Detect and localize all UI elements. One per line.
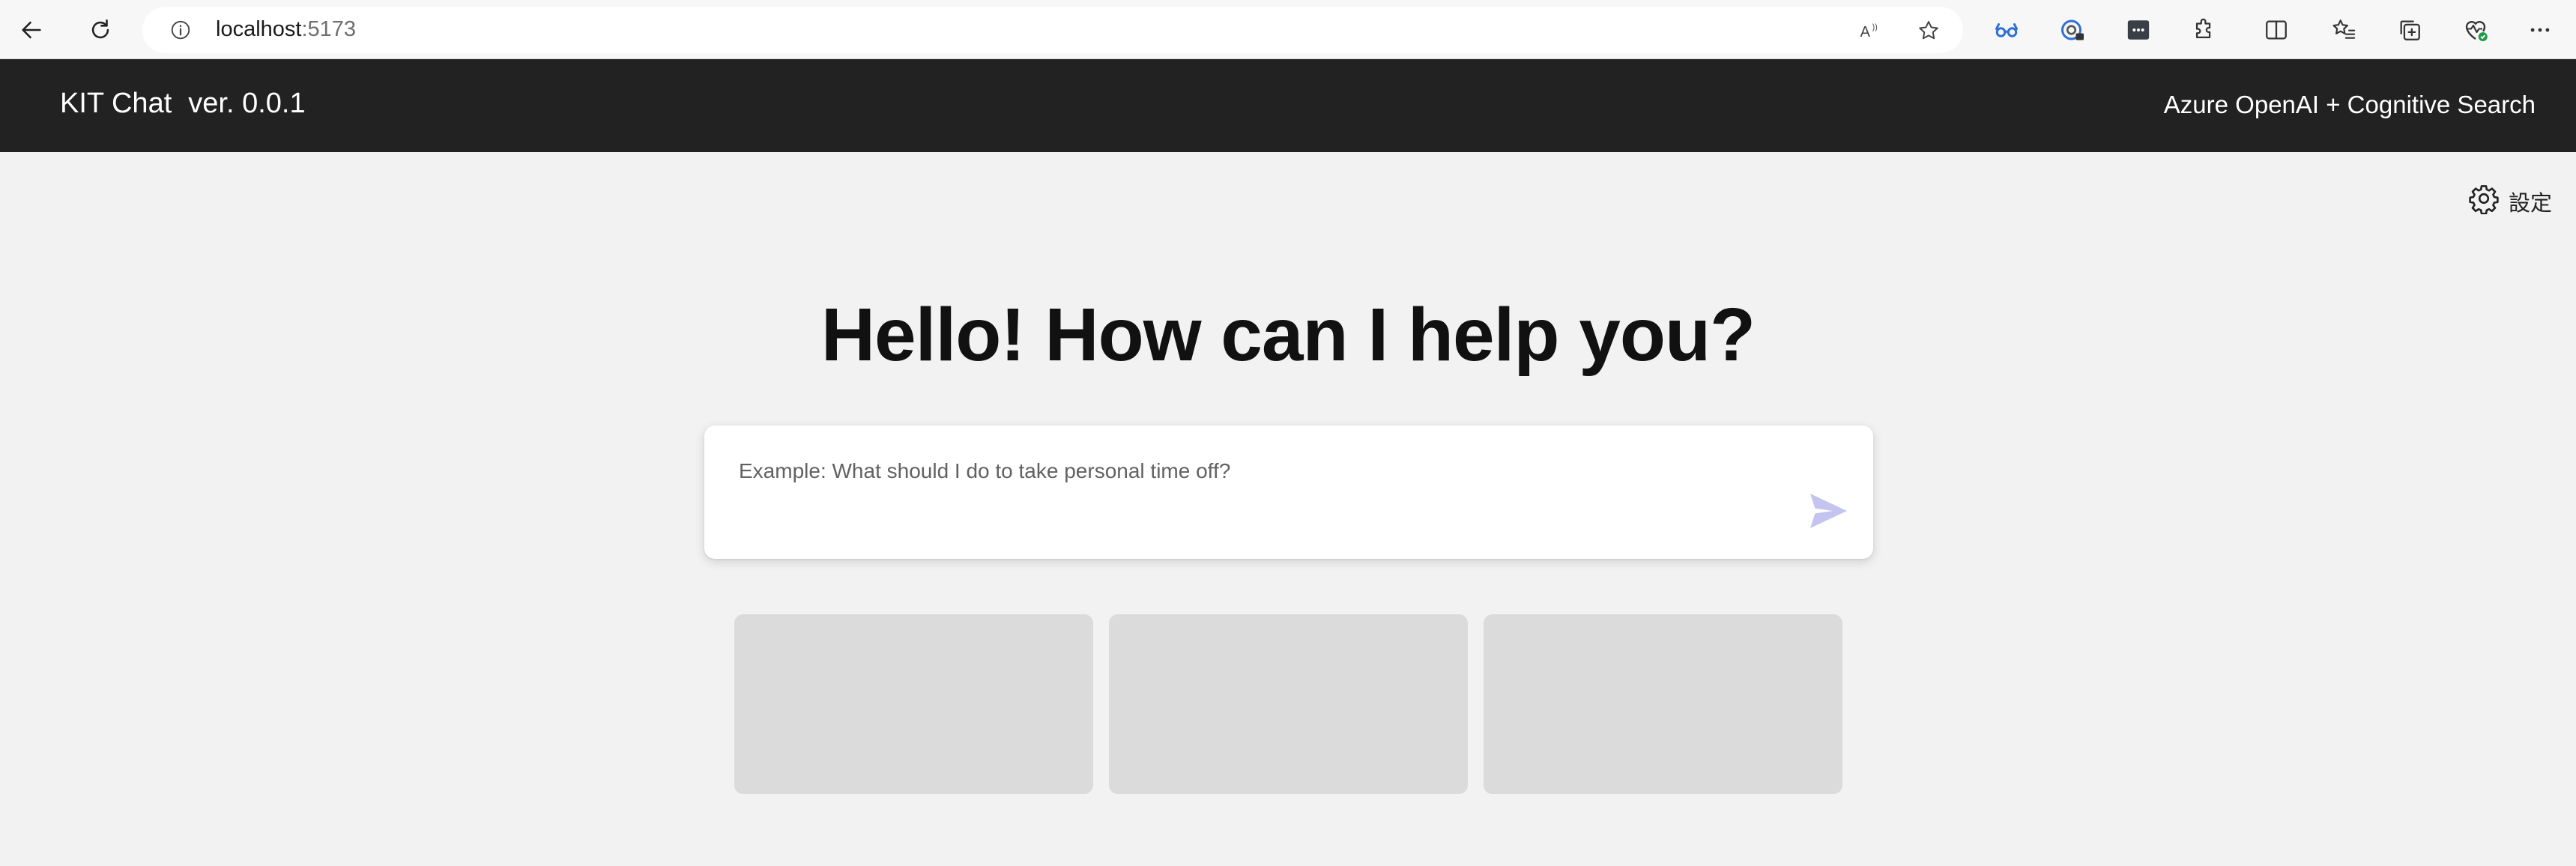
example-card[interactable] bbox=[1484, 614, 1842, 794]
extensions-puzzle-icon[interactable] bbox=[2189, 15, 2219, 45]
browser-toolbar: localhost:5173 A)) bbox=[0, 0, 2576, 59]
app-title[interactable]: KIT Chat bbox=[60, 88, 172, 119]
read-aloud-icon[interactable]: A)) bbox=[1857, 17, 1884, 44]
example-card[interactable] bbox=[1109, 614, 1468, 794]
example-card[interactable] bbox=[734, 614, 1093, 794]
example-list bbox=[734, 614, 1842, 794]
password-manager-icon[interactable] bbox=[2058, 15, 2087, 45]
back-icon[interactable] bbox=[16, 15, 46, 45]
gear-icon bbox=[2468, 183, 2500, 220]
settings-label: 設定 bbox=[2509, 192, 2553, 216]
favorites-icon[interactable] bbox=[2329, 15, 2359, 45]
brand: KIT Chat ver. 0.0.1 bbox=[60, 88, 306, 120]
url-text: localhost:5173 bbox=[216, 17, 356, 42]
svg-text:)): )) bbox=[1872, 23, 1878, 32]
url-host: localhost bbox=[216, 17, 302, 41]
app-version: ver. 0.0.1 bbox=[188, 88, 306, 119]
send-button[interactable] bbox=[1807, 491, 1849, 534]
browser-essentials-icon[interactable] bbox=[1992, 15, 2022, 45]
app-header: KIT Chat ver. 0.0.1 Azure OpenAI + Cognit… bbox=[0, 59, 2576, 152]
site-info-icon[interactable] bbox=[168, 17, 193, 43]
more-icon[interactable] bbox=[2525, 15, 2555, 45]
collections-icon[interactable] bbox=[2395, 15, 2425, 45]
chat-input-container bbox=[704, 426, 1873, 559]
svg-text:A: A bbox=[1860, 24, 1871, 40]
hero-title: Hello! How can I help you? bbox=[820, 293, 1756, 377]
header-subtitle: Azure OpenAI + Cognitive Search bbox=[2163, 91, 2536, 118]
extension-icon[interactable] bbox=[2123, 15, 2153, 45]
send-icon bbox=[1807, 494, 1849, 533]
question-input[interactable] bbox=[737, 455, 1789, 487]
refresh-icon[interactable] bbox=[85, 15, 115, 45]
health-icon[interactable] bbox=[2461, 15, 2491, 45]
favorite-star-icon[interactable] bbox=[1915, 17, 1942, 44]
settings-button[interactable]: 設定 bbox=[2468, 183, 2552, 220]
address-bar[interactable]: localhost:5173 A)) bbox=[142, 7, 1963, 53]
url-port: :5173 bbox=[301, 17, 357, 41]
split-screen-icon[interactable] bbox=[2261, 15, 2291, 45]
